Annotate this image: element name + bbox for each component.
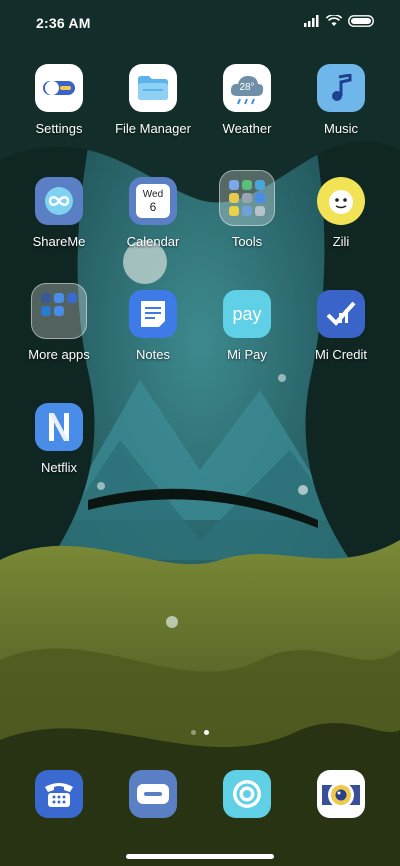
calendar-day-num: 6 (149, 200, 157, 214)
app-label: More apps (28, 347, 90, 362)
netflix-n-icon (35, 403, 83, 451)
mi-pay-text: pay (232, 303, 262, 324)
app-label: Settings (35, 121, 83, 136)
message-icon[interactable] (129, 770, 177, 818)
app-mi-pay[interactable]: pay Mi Pay (200, 290, 294, 384)
infinity-icon (35, 177, 83, 225)
phone-icon[interactable] (35, 770, 83, 818)
notes-icon (129, 290, 177, 338)
app-label: Mi Pay (227, 347, 267, 362)
home-gesture-bar[interactable] (126, 854, 274, 859)
app-label: Netflix (40, 460, 78, 475)
clock: 2:36 AM (36, 15, 91, 31)
app-music[interactable]: Music (294, 64, 388, 158)
app-calendar[interactable]: Wed 6 Calendar (106, 177, 200, 271)
app-label: Notes (136, 347, 170, 362)
app-label: File Manager (115, 121, 191, 136)
music-note-icon (317, 64, 365, 112)
settings-toggle-icon (35, 64, 83, 112)
browser-icon[interactable] (223, 770, 271, 818)
app-zili[interactable]: Zili (294, 177, 388, 271)
camera-icon[interactable] (317, 770, 365, 818)
app-label: Tools (231, 234, 263, 249)
calendar-icon: Wed 6 (129, 177, 177, 225)
app-mi-credit[interactable]: Mi Credit (294, 290, 388, 384)
zili-face-icon (317, 177, 365, 225)
signal-icon (304, 15, 319, 27)
app-weather[interactable]: 28° Weather (200, 64, 294, 158)
weather-cloud-icon: 28° (223, 64, 271, 112)
folder-tools[interactable]: Tools (200, 170, 294, 264)
page-dot-current (204, 730, 209, 735)
weather-temp: 28° (239, 82, 254, 93)
mi-credit-icon (317, 290, 365, 338)
app-shareme[interactable]: ShareMe (12, 177, 106, 271)
app-notes[interactable]: Notes (106, 290, 200, 384)
wifi-icon (326, 15, 342, 26)
app-label: Music (324, 121, 358, 136)
app-label: ShareMe (32, 234, 86, 249)
app-label: Mi Credit (314, 347, 367, 362)
app-label: Weather (222, 121, 272, 136)
status-icons (304, 15, 374, 27)
status-bar: 2:36 AM (0, 0, 400, 44)
page-dot (191, 730, 196, 735)
app-label: Calendar (126, 234, 180, 249)
app-netflix[interactable]: Netflix (12, 403, 106, 497)
battery-icon (348, 15, 374, 27)
mi-pay-icon: pay (223, 290, 271, 338)
folder-icon (129, 64, 177, 112)
dock (0, 770, 400, 822)
folder-more-apps-icon (31, 283, 87, 339)
folder-tools-icon (219, 170, 275, 226)
page-indicator[interactable] (0, 730, 400, 735)
folder-more-apps[interactable]: More apps (12, 283, 106, 377)
app-settings[interactable]: Settings (12, 64, 106, 158)
app-label: Zili (332, 234, 350, 249)
app-file-manager[interactable]: File Manager (106, 64, 200, 158)
